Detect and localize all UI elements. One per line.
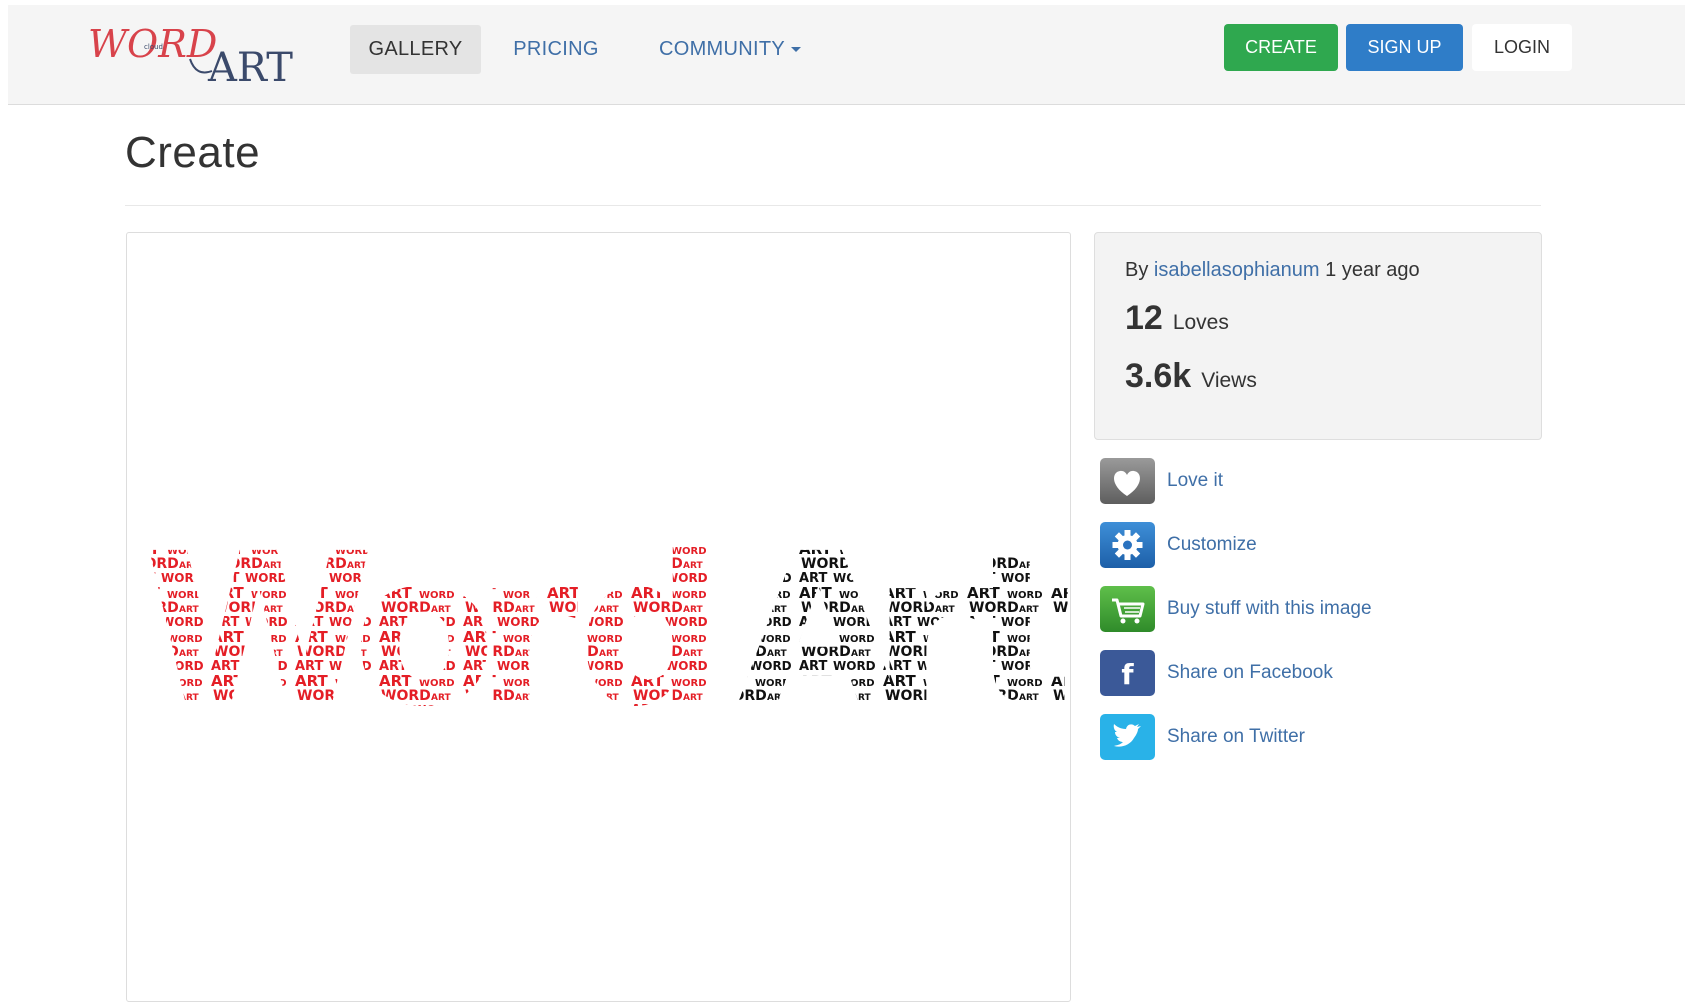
share-twitter-action[interactable]: Share on Twitter <box>1100 714 1530 760</box>
loves-count: 12 <box>1125 299 1163 337</box>
wordart-logo[interactable]: WORD ART cloud <box>86 19 336 89</box>
artwork-letter-black-2: t <box>972 508 1072 753</box>
nav-community-label: COMMUNITY <box>658 38 786 60</box>
posted-time: 1 year ago <box>1325 259 1420 281</box>
cart-icon <box>1100 586 1155 632</box>
author-line: By isabellasophianum 1 year ago <box>1125 259 1420 282</box>
gear-icon <box>1100 522 1155 568</box>
svg-text:f: f <box>1121 658 1134 691</box>
loves-stat: 12 Loves <box>1125 299 1229 338</box>
views-count: 3.6k <box>1125 357 1192 395</box>
create-button[interactable]: CREATE <box>1224 24 1338 71</box>
author-link[interactable]: isabellasophianum <box>1154 259 1320 281</box>
logo-art-text: ART <box>207 45 293 89</box>
views-label: Views <box>1201 369 1257 392</box>
info-panel: By isabellasophianum 1 year ago 12 Loves … <box>1094 232 1542 440</box>
by-prefix: By <box>1125 259 1149 281</box>
nav-community-dropdown[interactable]: COMMUNITY <box>630 25 830 74</box>
views-stat: 3.6k Views <box>1125 357 1257 396</box>
logo-cloud-text: cloud <box>144 43 163 51</box>
artwork-letter-red-2: r <box>475 508 579 753</box>
loves-label: Loves <box>1172 311 1229 334</box>
customize-action[interactable]: Customize <box>1100 522 1530 568</box>
top-navbar: WORD ART cloud GALLERY PRICING COMMUNITY… <box>8 5 1685 105</box>
nav-pricing[interactable]: PRICING <box>496 25 616 74</box>
share-facebook-label: Share on Facebook <box>1167 662 1333 683</box>
buy-stuff-label: Buy stuff with this image <box>1167 598 1372 619</box>
artwork-letter-red-3: d <box>577 508 727 753</box>
twitter-icon <box>1100 714 1155 760</box>
title-divider <box>125 205 1541 206</box>
customize-label: Customize <box>1167 534 1257 555</box>
share-twitter-label: Share on Twitter <box>1167 726 1306 747</box>
logo-graphic: WORD ART cloud <box>88 22 293 89</box>
share-facebook-action[interactable]: f Share on Facebook <box>1100 650 1530 696</box>
artwork-letter-red-0: W <box>143 508 375 753</box>
facebook-icon: f <box>1100 650 1155 696</box>
caret-down-icon <box>791 47 802 53</box>
artwork-letter-black-1: r <box>872 508 976 753</box>
artwork-panel: ARTWORDWORDARTARTWORDARTWORDWORDARTARTWO… <box>126 232 1072 1003</box>
signup-button[interactable]: SIGN UP <box>1346 24 1463 71</box>
page-title: Create <box>125 128 261 177</box>
love-it-action[interactable]: Love it <box>1100 458 1530 504</box>
login-button[interactable]: LOGIN <box>1472 24 1572 71</box>
heart-icon <box>1100 458 1155 504</box>
word-cloud-artwork[interactable]: ARTWORDWORDARTARTWORDARTWORDWORDARTARTWO… <box>127 233 1072 1003</box>
love-it-label: Love it <box>1167 470 1223 491</box>
nav-gallery[interactable]: GALLERY <box>350 25 481 74</box>
buy-stuff-action[interactable]: Buy stuff with this image <box>1100 586 1530 632</box>
